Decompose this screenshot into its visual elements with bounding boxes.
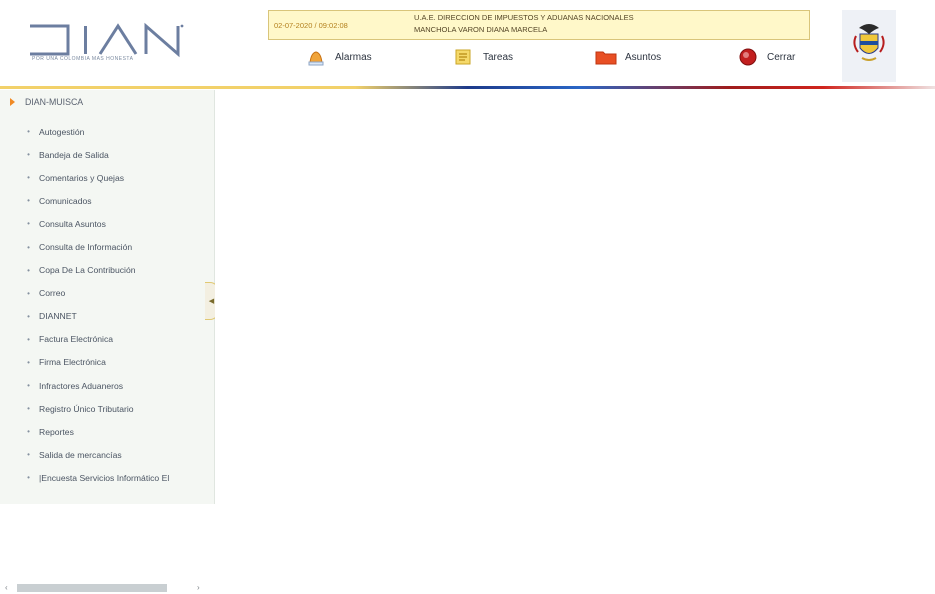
header: POR UNA COLOMBIA MAS HONESTA 02-07-2020 … xyxy=(0,0,935,88)
tareas-label: Tareas xyxy=(483,51,514,63)
user-name: MANCHOLA VARON DIANA MARCELA xyxy=(414,25,548,34)
sidebar-item-copa-contribucion[interactable]: • Copa De La Contribución xyxy=(26,259,211,282)
sidebar-item-label: Comentarios y Quejas xyxy=(39,172,125,183)
sidebar-item-label: Correo xyxy=(39,288,66,299)
cerrar-button[interactable]: Cerrar xyxy=(737,48,795,66)
sidebar-item-firma-electronica[interactable]: • Firma Electrónica xyxy=(26,351,211,374)
sidebar-item-reportes[interactable]: • Reportes xyxy=(26,420,211,443)
scroll-thumb[interactable] xyxy=(17,584,167,592)
sidebar-horizontal-scrollbar[interactable]: ‹ › xyxy=(5,582,208,594)
sidebar-item-label: Firma Electrónica xyxy=(39,357,106,368)
collapse-left-icon: ◀ xyxy=(208,298,215,305)
close-circle-icon xyxy=(739,48,757,66)
sidebar-item-label: Consulta Asuntos xyxy=(39,218,106,229)
sidebar-item-comunicados[interactable]: • Comunicados xyxy=(26,189,211,212)
sidebar: DIAN-MUISCA • Autogestión • Bandeja de Sal… xyxy=(0,90,215,592)
session-datetime: 02-07-2020 / 09:02:08 xyxy=(274,21,348,30)
expand-arrow-icon xyxy=(10,98,15,106)
sidebar-item-label: Factura Electrónica xyxy=(39,334,114,345)
sidebar-item-consulta-informacion[interactable]: • Consulta de Información xyxy=(26,235,211,258)
bullet-icon: • xyxy=(27,219,30,229)
entity-name: U.A.E. DIRECCION DE IMPUESTOS Y ADUANAS … xyxy=(414,13,634,22)
sidebar-item-label: Infractores Aduaneros xyxy=(39,380,124,391)
bullet-icon: • xyxy=(27,450,30,460)
bullet-icon: • xyxy=(27,357,30,367)
scroll-left-icon[interactable]: ‹ xyxy=(5,583,8,592)
sidebar-root-label: DIAN-MUISCA xyxy=(25,97,84,107)
alarm-bell-icon xyxy=(308,51,324,66)
sidebar-item-label: Reportes xyxy=(39,426,74,437)
bullet-icon: • xyxy=(27,196,30,206)
main-content xyxy=(215,90,935,504)
folder-icon xyxy=(595,51,617,65)
dian-logo-word xyxy=(30,22,184,58)
bullet-icon: • xyxy=(27,288,30,298)
bullet-icon: • xyxy=(27,127,30,137)
sidebar-item-label: Comunicados xyxy=(39,195,92,206)
asuntos-label: Asuntos xyxy=(625,51,662,63)
logo-tagline: POR UNA COLOMBIA MAS HONESTA xyxy=(32,56,134,62)
sidebar-item-bandeja-salida[interactable]: • Bandeja de Salida xyxy=(26,143,211,166)
sidebar-items: • Autogestión • Bandeja de Salida • Comenta… xyxy=(26,120,211,490)
cerrar-label: Cerrar xyxy=(767,51,796,63)
alarmas-label: Alarmas xyxy=(335,51,372,63)
scroll-right-icon[interactable]: › xyxy=(197,583,200,592)
sidebar-item-salida-mercancias[interactable]: • Salida de mercancías xyxy=(26,443,211,466)
sidebar-item-label: |Encuesta Servicios Informático El xyxy=(39,472,170,483)
bullet-icon: • xyxy=(27,311,30,321)
bullet-icon: • xyxy=(27,427,30,437)
sidebar-item-diannet[interactable]: • DIANNET xyxy=(26,305,211,328)
alarmas-button[interactable]: Alarmas xyxy=(305,48,372,66)
sidebar-item-label: Consulta de Información xyxy=(39,242,133,253)
sidebar-item-consulta-asuntos[interactable]: • Consulta Asuntos xyxy=(26,212,211,235)
bullet-icon: • xyxy=(27,381,30,391)
sidebar-item-label: Salida de mercancías xyxy=(39,449,122,460)
session-info: 02-07-2020 / 09:02:08 U.A.E. DIRECCION D… xyxy=(268,10,810,40)
asuntos-button[interactable]: Asuntos xyxy=(595,48,661,66)
dian-logo: POR UNA COLOMBIA MAS HONESTA xyxy=(28,18,188,70)
colombia-crest-icon xyxy=(853,24,885,61)
bullet-icon: • xyxy=(27,173,30,183)
sidebar-item-label: Registro Único Tributario xyxy=(39,403,134,414)
sidebar-item-label: Autogestión xyxy=(39,126,85,137)
sidebar-item-registro-unico-tributario[interactable]: • Registro Único Tributario xyxy=(26,397,211,420)
colombia-crest xyxy=(842,10,896,82)
sidebar-item-autogestion[interactable]: • Autogestión xyxy=(26,120,211,143)
sidebar-item-label: Copa De La Contribución xyxy=(39,265,136,276)
sidebar-item-label: Bandeja de Salida xyxy=(39,149,109,160)
sidebar-item-correo[interactable]: • Correo xyxy=(26,282,211,305)
sidebar-item-encuesta-servicios[interactable]: • |Encuesta Servicios Informático El xyxy=(26,466,211,489)
bullet-icon: • xyxy=(27,150,30,160)
sidebar-item-infractores-aduaneros[interactable]: • Infractores Aduaneros xyxy=(26,374,211,397)
sidebar-item-factura-electronica[interactable]: • Factura Electrónica xyxy=(26,328,211,351)
bullet-icon: • xyxy=(27,334,30,344)
tasks-note-icon xyxy=(455,49,471,65)
bullet-icon: • xyxy=(27,473,30,483)
bullet-icon: • xyxy=(27,242,30,252)
header-stripe xyxy=(0,86,935,89)
sidebar-root[interactable]: DIAN-MUISCA xyxy=(10,97,83,107)
tareas-button[interactable]: Tareas xyxy=(453,48,513,66)
sidebar-item-label: DIANNET xyxy=(39,311,77,322)
toolbar: Alarmas Tareas Asuntos Cerrar xyxy=(305,48,825,72)
bullet-icon: • xyxy=(27,404,30,414)
sidebar-item-comentarios-quejas[interactable]: • Comentarios y Quejas xyxy=(26,166,211,189)
bullet-icon: • xyxy=(27,265,30,275)
